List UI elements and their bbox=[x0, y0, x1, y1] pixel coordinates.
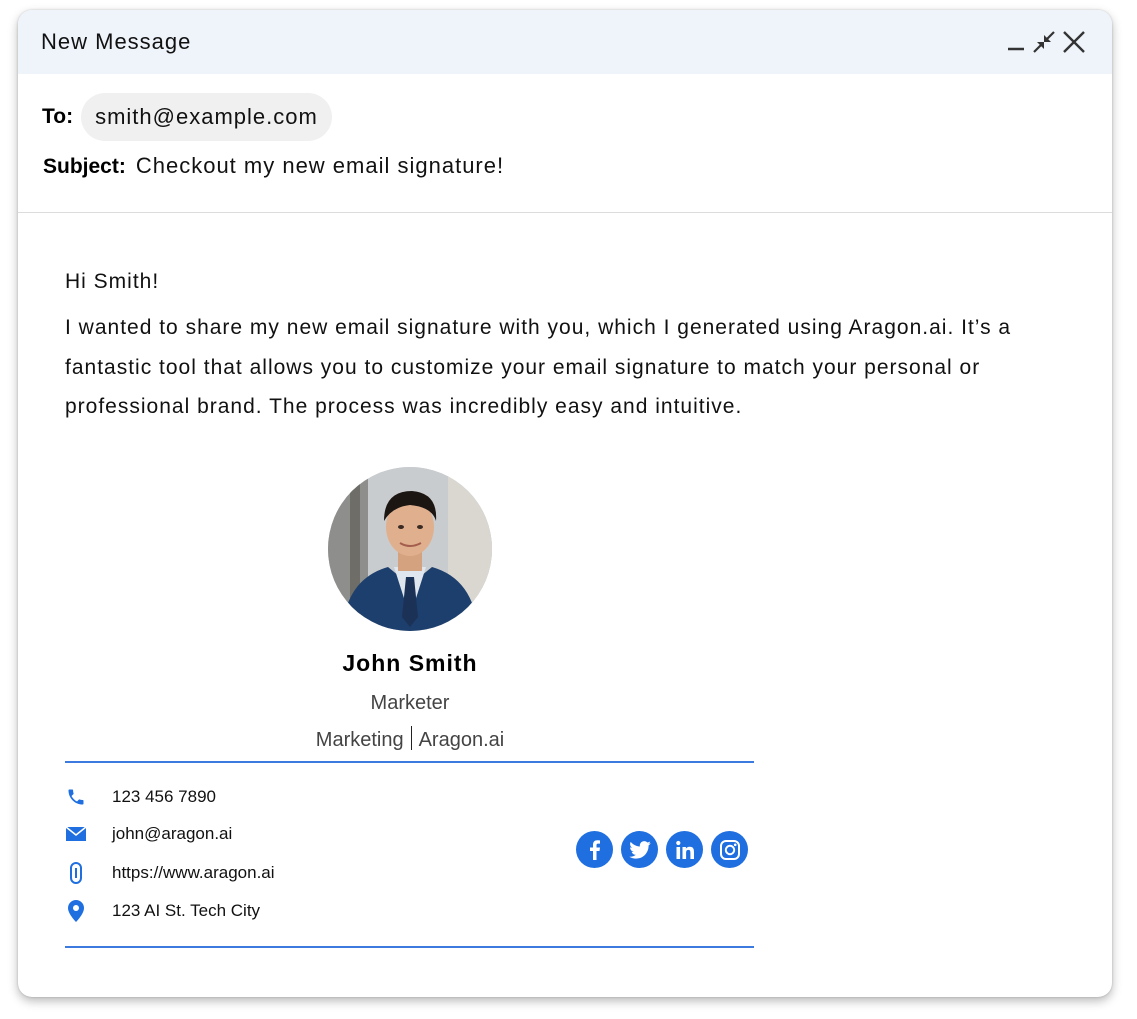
message-paragraph: I wanted to share my new email signature… bbox=[65, 316, 1012, 418]
address-text: 123 AI St. Tech City bbox=[112, 901, 261, 920]
link-icon bbox=[65, 862, 87, 884]
collapse-icon[interactable] bbox=[1032, 28, 1056, 56]
contact-email: john@aragon.ai bbox=[65, 823, 232, 845]
message-body[interactable]: Hi Smith! I wanted to share my new email… bbox=[65, 268, 1085, 427]
website-link[interactable]: https://www.aragon.ai bbox=[112, 863, 275, 883]
contact-website: https://www.aragon.ai bbox=[65, 862, 275, 884]
minimize-icon[interactable] bbox=[1004, 28, 1028, 56]
signature-role: Marketer bbox=[370, 692, 450, 714]
header-divider bbox=[18, 212, 1112, 213]
window-title: New Message bbox=[41, 29, 192, 54]
linkedin-icon[interactable] bbox=[666, 831, 703, 868]
signature-company: Aragon.ai bbox=[418, 729, 505, 751]
facebook-icon[interactable] bbox=[576, 831, 613, 868]
signature-name: John Smith bbox=[342, 650, 478, 676]
instagram-icon[interactable] bbox=[711, 831, 748, 868]
to-row: To: smith@example.com bbox=[42, 93, 332, 141]
phone-icon bbox=[65, 786, 87, 808]
signature-divider-top bbox=[65, 761, 754, 763]
avatar bbox=[328, 467, 492, 631]
to-label: To: bbox=[42, 105, 74, 128]
close-icon[interactable] bbox=[1062, 28, 1086, 56]
signature-divider-bottom bbox=[65, 946, 754, 948]
signature-company-line: Marketing Aragon.ai bbox=[210, 726, 610, 752]
separator bbox=[410, 726, 412, 750]
social-links bbox=[576, 831, 748, 868]
contact-phone: 123 456 7890 bbox=[65, 786, 216, 808]
subject-row: Subject: Checkout my new email signature… bbox=[43, 153, 504, 179]
mail-icon bbox=[65, 823, 87, 845]
location-pin-icon bbox=[65, 900, 87, 922]
twitter-icon[interactable] bbox=[621, 831, 658, 868]
greeting: Hi Smith! bbox=[65, 270, 160, 293]
compose-window: New Message To: smith@example.com Subjec… bbox=[18, 10, 1112, 997]
phone-text: 123 456 7890 bbox=[112, 787, 216, 806]
signature-department: Marketing bbox=[315, 729, 404, 751]
subject-label: Subject: bbox=[43, 155, 126, 178]
email-link[interactable]: john@aragon.ai bbox=[112, 824, 232, 844]
window-controls bbox=[1004, 28, 1086, 56]
subject-field[interactable]: Checkout my new email signature! bbox=[136, 153, 504, 179]
recipient-chip[interactable]: smith@example.com bbox=[81, 93, 332, 141]
contact-address: 123 AI St. Tech City bbox=[65, 900, 260, 922]
title-bar: New Message bbox=[18, 10, 1112, 74]
